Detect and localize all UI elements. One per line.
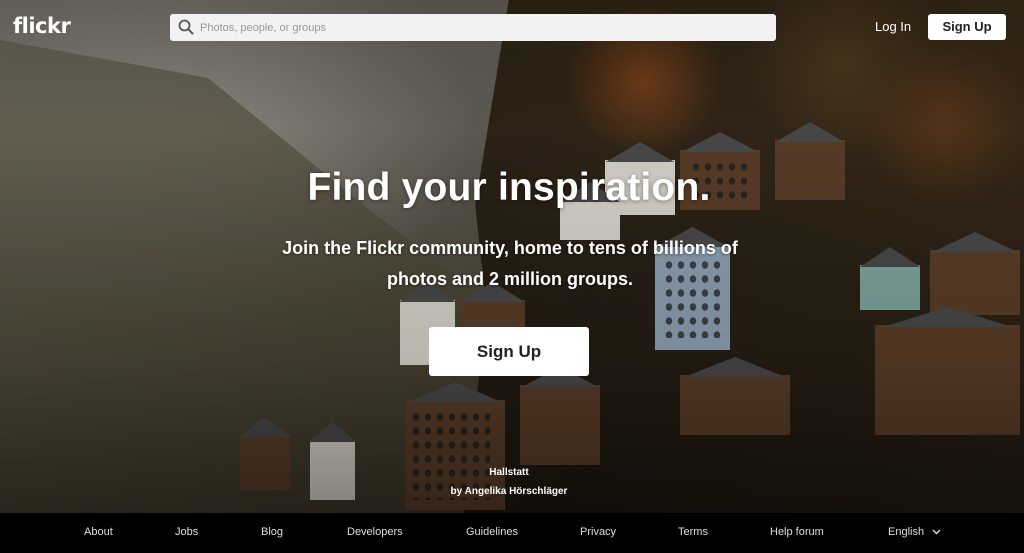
footer-link-help-forum[interactable]: Help forum (770, 526, 824, 538)
footer-link-terms[interactable]: Terms (678, 526, 708, 538)
search-input[interactable] (200, 15, 760, 40)
photo-credit-title[interactable]: Hallstatt (459, 467, 559, 478)
footer-link-privacy[interactable]: Privacy (580, 526, 616, 538)
footer-link-blog[interactable]: Blog (261, 526, 283, 538)
search-bar[interactable] (170, 14, 776, 41)
hero-subline: Join the Flickr community, home to tens … (282, 238, 738, 289)
language-label: English (888, 526, 925, 538)
footer-link-guidelines[interactable]: Guidelines (466, 526, 518, 538)
signup-button-header[interactable]: Sign Up (928, 14, 1006, 40)
signup-button-main[interactable]: Sign Up (429, 327, 589, 376)
footer: About Jobs Blog Developers Guidelines Pr… (0, 513, 1024, 553)
hero-headline: Find your inspiration. (307, 166, 711, 209)
footer-link-about[interactable]: About (84, 526, 113, 538)
footer-link-jobs[interactable]: Jobs (175, 526, 198, 538)
flickr-logo[interactable]: flickr (13, 14, 71, 38)
top-navigation-bar: flickr Log In Sign Up (0, 0, 1024, 54)
chevron-down-icon (932, 526, 941, 538)
photo-credit-author[interactable]: by Angelika Hörschläger (424, 486, 594, 497)
language-selector[interactable]: English (888, 526, 941, 538)
footer-link-developers[interactable]: Developers (347, 526, 403, 538)
search-icon[interactable] (170, 14, 200, 41)
login-link[interactable]: Log In (875, 19, 911, 34)
